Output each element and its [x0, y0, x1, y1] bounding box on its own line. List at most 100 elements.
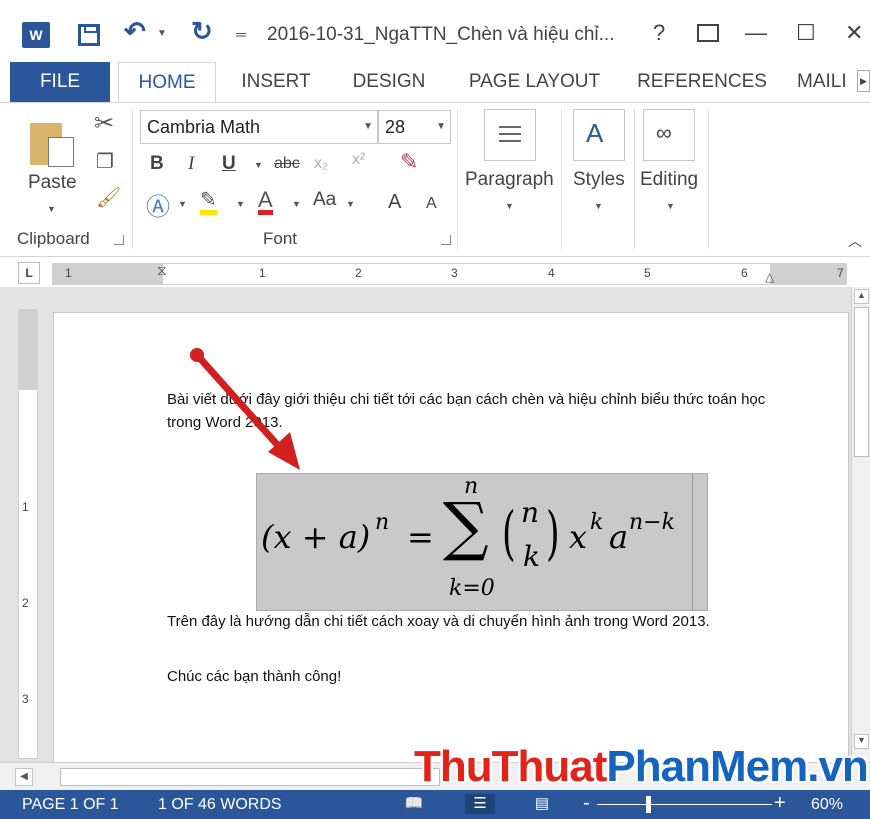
font-launcher-icon[interactable] — [441, 235, 451, 245]
print-layout-icon[interactable]: ☰ — [465, 794, 495, 814]
tab-design[interactable]: DESIGN — [343, 62, 435, 102]
change-case-button[interactable]: Aa — [313, 189, 336, 211]
font-color-dropdown-icon[interactable]: ▼ — [292, 199, 301, 209]
watermark-part1: ThuThuat — [414, 742, 607, 791]
customize-toolbar-icon[interactable]: ═ — [236, 26, 246, 42]
group-divider — [132, 109, 133, 249]
change-case-dropdown-icon[interactable]: ▼ — [346, 199, 355, 209]
format-painter-icon[interactable]: 🖌 — [96, 185, 121, 210]
editing-dropdown-icon[interactable]: ▼ — [666, 201, 675, 211]
italic-button[interactable]: I — [188, 153, 194, 175]
ruler-number: 6 — [741, 266, 748, 280]
watermark-part3: .vn — [807, 742, 869, 791]
zoom-level[interactable]: 60% — [811, 796, 843, 814]
highlight-dropdown-icon[interactable]: ▼ — [236, 199, 245, 209]
font-name-dropdown-icon[interactable]: ▼ — [363, 111, 373, 143]
first-line-indent-icon[interactable]: ⧖ — [157, 262, 167, 279]
font-size-box[interactable]: 28 ▼ — [378, 110, 451, 144]
paste-button[interactable]: Paste — [28, 172, 77, 194]
paragraph-closing[interactable]: Chúc các bạn thành công! — [167, 665, 767, 688]
styles-icon[interactable]: A — [573, 109, 625, 161]
right-indent-icon[interactable]: △ — [765, 270, 774, 284]
styles-dropdown-icon[interactable]: ▼ — [594, 201, 603, 211]
read-mode-icon[interactable]: 📖 — [402, 794, 426, 814]
superscript-button[interactable]: x² — [352, 151, 365, 169]
ruler-number: 1 — [65, 266, 72, 280]
grow-font-button[interactable]: A — [388, 191, 401, 214]
cut-icon[interactable]: ✂ — [94, 109, 114, 138]
title-bar: W ↶ ▼ ↻ ═ 2016-10-31_NgaTTN_Chèn và hiệu… — [0, 0, 870, 66]
scroll-up-icon[interactable]: ▲ — [854, 289, 869, 304]
styles-button[interactable]: Styles — [573, 169, 625, 191]
scroll-left-icon[interactable]: ◀ — [15, 768, 33, 786]
text-effects-dropdown-icon[interactable]: ▼ — [178, 199, 187, 209]
tab-file[interactable]: FILE — [10, 62, 110, 102]
web-layout-icon[interactable]: ▤ — [530, 794, 554, 814]
zoom-out-button[interactable]: - — [583, 792, 590, 815]
undo-dropdown-icon[interactable]: ▼ — [157, 28, 167, 39]
tab-insert[interactable]: INSERT — [232, 62, 320, 102]
close-button[interactable]: ✕ — [845, 20, 863, 46]
font-color-icon[interactable]: A — [258, 187, 273, 215]
vertical-scrollbar[interactable]: ▲ ▼ — [851, 287, 870, 762]
tab-scroll-right-icon[interactable]: ▶ — [857, 70, 870, 92]
help-button[interactable]: ? — [653, 20, 665, 46]
binomial-right-paren-icon: ) — [546, 499, 560, 567]
text-effects-icon[interactable]: Ⓐ — [146, 187, 170, 222]
ruler-number: 5 — [644, 266, 651, 280]
group-divider — [457, 109, 458, 249]
vertical-scroll-thumb[interactable] — [854, 307, 869, 457]
paragraph-button[interactable]: Paragraph — [465, 169, 554, 191]
strikethrough-button[interactable]: abc — [274, 155, 300, 173]
collapse-ribbon-icon[interactable]: ︿ — [848, 231, 862, 251]
paragraph-intro[interactable]: Bài viết dưới đây giới thiệu chi tiết tớ… — [167, 388, 767, 434]
horizontal-ruler[interactable]: 1 1 2 3 4 5 6 7 ⧖ △ — [52, 262, 847, 285]
horizontal-scroll-thumb[interactable] — [60, 768, 440, 786]
sum-lower-limit: k=0 — [449, 576, 495, 601]
font-name-box[interactable]: Cambria Math ▼ — [140, 110, 378, 144]
word-app-icon[interactable]: W — [22, 22, 50, 48]
tab-selector[interactable]: L — [18, 262, 40, 284]
underline-dropdown-icon[interactable]: ▼ — [254, 160, 263, 170]
ribbon-display-options-icon[interactable] — [697, 24, 719, 42]
vertical-ruler[interactable]: 1 2 3 — [18, 309, 38, 759]
tab-home[interactable]: HOME — [118, 62, 216, 103]
font-group-label: Font — [263, 229, 298, 248]
ruler-number: 3 — [22, 692, 29, 706]
paste-icon[interactable] — [30, 117, 76, 167]
redo-icon[interactable]: ↻ — [191, 16, 213, 47]
undo-icon[interactable]: ↶ — [124, 16, 146, 47]
save-icon[interactable] — [78, 24, 100, 46]
tab-mailings[interactable]: MAILI — [797, 62, 857, 102]
clear-formatting-icon[interactable]: ✎ — [400, 149, 418, 175]
paste-dropdown-icon[interactable]: ▼ — [47, 204, 56, 214]
subscript-button[interactable]: x₂ — [314, 155, 328, 173]
font-size-value: 28 — [385, 117, 406, 137]
paragraph-icon[interactable] — [484, 109, 536, 161]
bold-button[interactable]: B — [150, 153, 164, 175]
copy-icon[interactable]: ❐ — [96, 149, 114, 174]
page-count[interactable]: PAGE 1 OF 1 — [22, 796, 119, 814]
paragraph-dropdown-icon[interactable]: ▼ — [505, 201, 514, 211]
font-size-dropdown-icon[interactable]: ▼ — [436, 111, 446, 143]
highlight-icon[interactable]: ✎ — [200, 187, 217, 215]
tab-references[interactable]: REFERENCES — [637, 62, 767, 102]
zoom-in-button[interactable]: + — [774, 792, 786, 815]
minimize-button[interactable]: — — [745, 20, 767, 46]
binomial-bottom: k — [523, 540, 540, 573]
underline-button[interactable]: U — [222, 153, 236, 175]
shrink-font-button[interactable]: A — [426, 195, 437, 213]
editing-button[interactable]: Editing — [640, 169, 698, 191]
zoom-slider-thumb[interactable] — [646, 796, 651, 813]
word-count[interactable]: 1 OF 46 WORDS — [158, 796, 282, 814]
clipboard-launcher-icon[interactable] — [114, 235, 124, 245]
tab-page-layout[interactable]: PAGE LAYOUT — [462, 62, 607, 102]
equation-box[interactable]: (x + a) n = n ∑ k=0 ( n k ) x k a n−k — [256, 473, 708, 611]
document-page[interactable]: Bài viết dưới đây giới thiệu chi tiết tớ… — [53, 312, 849, 772]
find-binoculars-icon[interactable]: ∞ — [643, 109, 695, 161]
maximize-button[interactable]: ☐ — [796, 20, 816, 46]
zoom-slider[interactable] — [597, 804, 772, 805]
horizontal-ruler-row: L 1 1 2 3 4 5 6 7 ⧖ △ — [0, 257, 870, 287]
paragraph-summary[interactable]: Trên đây là hướng dẫn chi tiết cách xoay… — [167, 610, 767, 633]
ruler-number: 2 — [355, 266, 362, 280]
